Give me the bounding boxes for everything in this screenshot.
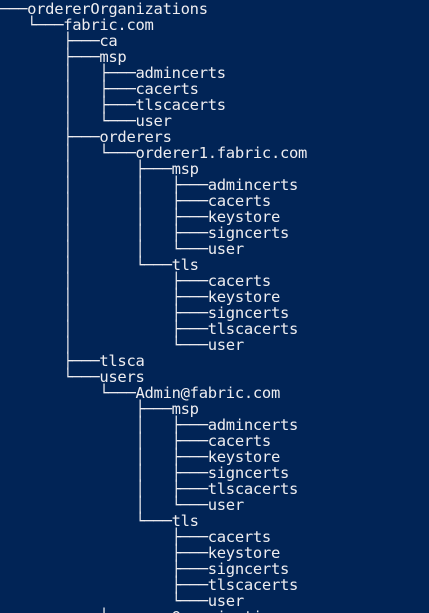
tree-line: │ ├───tlscacerts [0,320,299,338]
tree-line: ├───keystore [0,544,281,562]
tree-line: ├───tlsca [0,352,145,370]
tree-line: ├───cacerts [0,528,272,546]
tree-line: │ │ ├───signcerts [0,224,290,242]
tree-line: │ │ ├───keystore [0,208,280,226]
tree-line: │ └───tls [0,256,199,274]
tree-line: │ ├───cacerts [0,272,271,290]
tree-line: │ │ ├───cacerts [0,192,271,210]
tree-line: │ ├───admincerts [0,64,226,82]
tree-line: ├───orderers [0,128,172,146]
tree-line: │ ├───tlscacerts [0,96,226,114]
tree-line: │ │ ├───admincerts [0,176,299,194]
tree-line: │ └───orderer1.fabric.com [0,144,308,162]
tree-line: ├───msp [0,400,199,418]
tree-line: │ ├───signcerts [0,304,290,322]
tree-line: │ │ └───user [0,240,244,258]
tree-line: ├───signcerts [0,560,290,578]
tree-line: └───users [0,368,145,386]
tree-line: ───ordererOrganizations [0,0,208,18]
tree-line: │ ├───cacerts [0,432,271,450]
tree-line: │ ├───cacerts [0,80,199,98]
tree-line: ├───peerOrganizations [0,609,307,613]
tree-line: │ ├───signcerts [0,464,290,482]
tree-line: │ └───user [0,496,244,514]
directory-tree-output: ───ordererOrganizations └───fabric.com ├… [0,1,307,613]
tree-line: │ └───user [0,112,172,130]
tree-line: └───tls [0,512,199,530]
tree-line: └───fabric.com [0,16,154,34]
tree-line: │ ├───tlscacerts [0,480,299,498]
tree-line: │ ├───keystore [0,448,280,466]
tree-line: └───user [0,592,245,610]
tree-line: ├───tlscacerts [0,576,299,594]
tree-line: │ ├───keystore [0,288,280,306]
tree-line: │ ├───admincerts [0,416,299,434]
tree-line: ├───ca [0,32,118,50]
tree-line: │ └───user [0,336,244,354]
tree-line: └───Admin@fabric.com [0,384,280,402]
tree-line: │ ├───msp [0,160,199,178]
console-window[interactable]: ───ordererOrganizations └───fabric.com ├… [0,0,429,613]
tree-line: ├───msp [0,48,127,66]
